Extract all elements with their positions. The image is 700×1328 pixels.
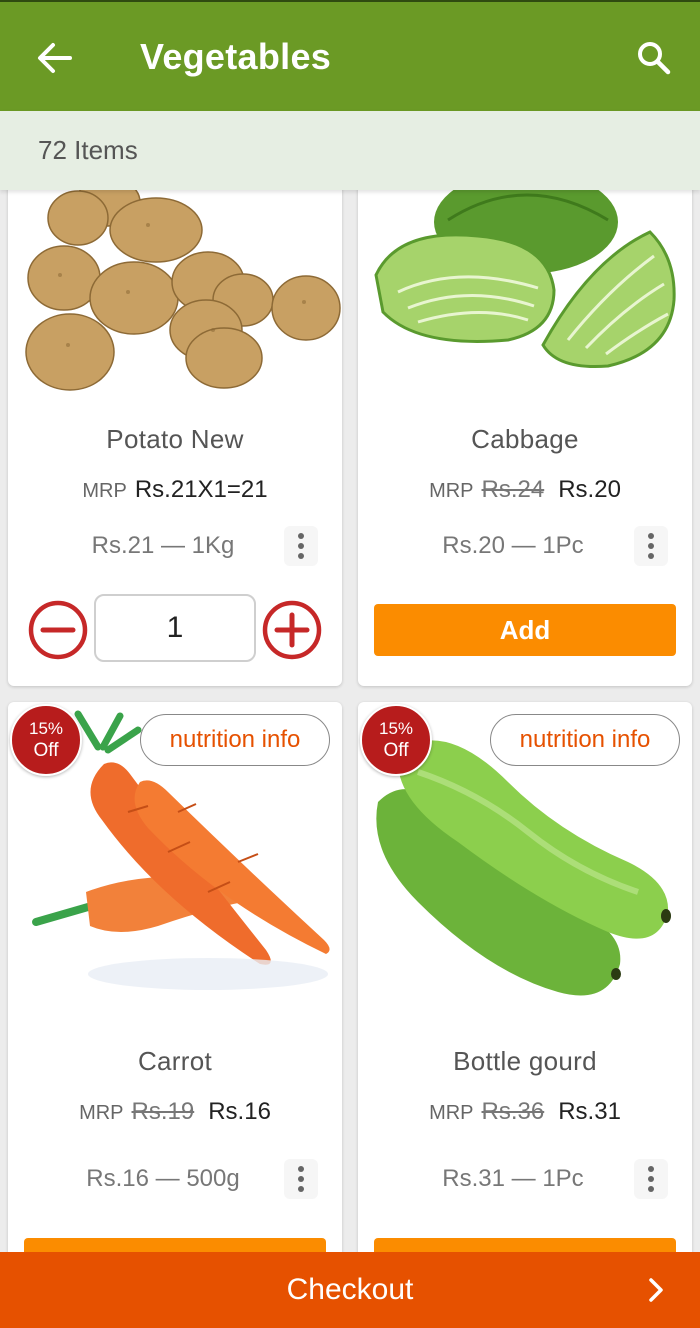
product-name: Potato New	[106, 424, 244, 454]
unit-row: Rs.20 — 1Pc	[358, 526, 692, 566]
price-row: MRP Rs.24 Rs.20	[358, 476, 692, 504]
discount-off-label: Off	[33, 739, 59, 761]
search-icon	[638, 42, 671, 75]
mrp-label: MRP	[79, 1102, 124, 1124]
checkout-label: Checkout	[286, 1273, 414, 1306]
dot-icon	[298, 1176, 304, 1182]
dot-icon	[648, 1176, 654, 1182]
mrp-label: MRP	[82, 480, 127, 502]
discount-off-label: Off	[383, 739, 409, 761]
add-to-cart-button[interactable]	[24, 1238, 326, 1252]
chevron-right-icon	[649, 1278, 663, 1302]
price-row: MRP Rs.19 Rs.16	[8, 1098, 342, 1126]
more-options-button[interactable]	[634, 526, 668, 566]
add-to-cart-button[interactable]: Add	[374, 604, 676, 656]
dot-icon	[298, 543, 304, 549]
product-name: Cabbage	[471, 424, 579, 454]
app-bar: Vegetables	[0, 0, 700, 111]
more-options-button[interactable]	[284, 1159, 318, 1199]
dot-icon	[298, 1166, 304, 1172]
unit-price: Rs.31 — 1Pc	[442, 1165, 584, 1192]
dot-icon	[648, 1186, 654, 1192]
product-card-bottle-gourd[interactable]: 15% Off nutrition info Bottle gourd MRP R…	[358, 702, 692, 1252]
more-options-button[interactable]	[284, 526, 318, 566]
item-count-bar: 72 Items	[0, 111, 700, 190]
quantity-stepper: 1	[8, 590, 342, 664]
product-name: Bottle gourd	[453, 1046, 597, 1076]
dot-icon	[648, 533, 654, 539]
product-card-cabbage[interactable]: Cabbage MRP Rs.24 Rs.20 Rs.20 — 1Pc Add	[358, 190, 692, 686]
quantity-value[interactable]: 1	[94, 594, 256, 662]
back-button[interactable]	[32, 38, 76, 78]
dot-icon	[298, 1186, 304, 1192]
item-count: 72 Items	[38, 135, 138, 165]
product-card-potato[interactable]: Potato New MRP Rs.21X1=21 Rs.21 — 1Kg 1	[8, 190, 342, 686]
unit-row: Rs.31 — 1Pc	[358, 1159, 692, 1199]
dot-icon	[298, 553, 304, 559]
minus-circle-icon[interactable]	[28, 600, 88, 660]
arrow-left-icon	[38, 43, 72, 73]
current-price: Rs.16	[208, 1098, 271, 1125]
original-price: Rs.36	[481, 1098, 545, 1125]
mrp-label: MRP	[429, 480, 474, 502]
original-price: Rs.19	[131, 1098, 195, 1125]
search-button[interactable]	[632, 36, 676, 80]
unit-price: Rs.21 — 1Kg	[91, 532, 235, 559]
current-price: Rs.31	[558, 1098, 621, 1125]
unit-price: Rs.16 — 500g	[86, 1165, 240, 1192]
product-image-potato	[8, 190, 342, 405]
discount-badge: 15% Off	[10, 704, 82, 776]
discount-badge: 15% Off	[360, 704, 432, 776]
dot-icon	[648, 543, 654, 549]
dot-icon	[298, 533, 304, 539]
unit-row: Rs.16 — 500g	[8, 1159, 342, 1199]
original-price: Rs.24	[481, 476, 545, 503]
discount-percent: 15%	[28, 718, 64, 738]
product-name: Carrot	[137, 1046, 213, 1076]
page-title: Vegetables	[140, 36, 332, 77]
dot-icon	[648, 553, 654, 559]
current-price: Rs.21X1=21	[134, 476, 268, 503]
price-row: MRP Rs.21X1=21	[8, 476, 342, 504]
price-row: MRP Rs.36 Rs.31	[358, 1098, 692, 1126]
nutrition-info-button[interactable]: nutrition info	[140, 714, 330, 766]
mrp-label: MRP	[429, 1102, 474, 1124]
product-card-carrot[interactable]: 15% Off nutrition info Carrot MRP Rs.19 Rs…	[8, 702, 342, 1252]
discount-percent: 15%	[378, 718, 414, 738]
add-to-cart-button[interactable]	[374, 1238, 676, 1252]
more-options-button[interactable]	[634, 1159, 668, 1199]
unit-row: Rs.21 — 1Kg	[8, 526, 342, 566]
product-image-cabbage	[358, 190, 692, 405]
product-grid[interactable]: Potato New MRP Rs.21X1=21 Rs.21 — 1Kg 1	[0, 190, 700, 1252]
nutrition-info-button[interactable]: nutrition info	[490, 714, 680, 766]
plus-circle-icon[interactable]	[262, 600, 322, 660]
dot-icon	[648, 1166, 654, 1172]
checkout-button[interactable]: Checkout	[0, 1252, 700, 1328]
current-price: Rs.20	[558, 476, 621, 503]
unit-price: Rs.20 — 1Pc	[442, 532, 584, 559]
